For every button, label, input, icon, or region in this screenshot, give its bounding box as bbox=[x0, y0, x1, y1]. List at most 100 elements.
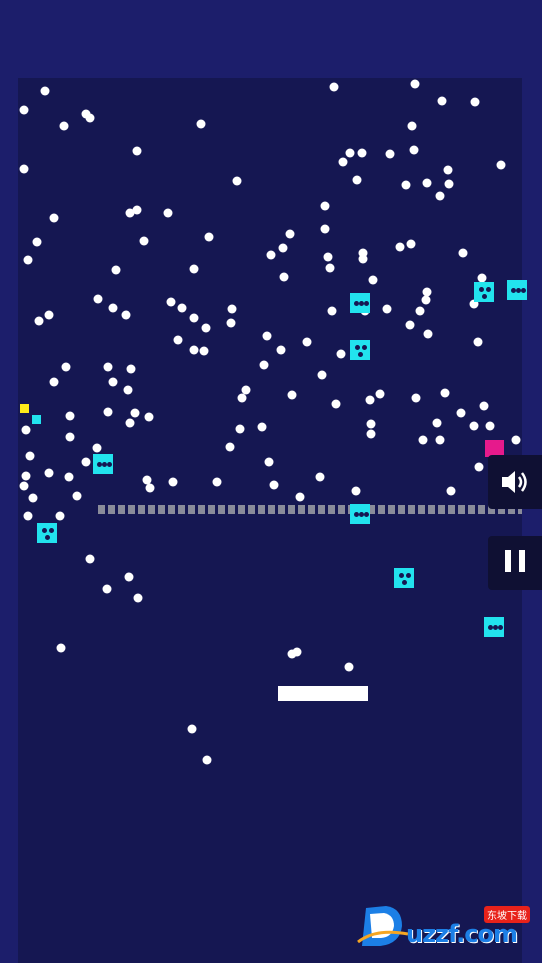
ball bbox=[19, 164, 29, 174]
ball bbox=[108, 303, 118, 313]
ball bbox=[21, 471, 31, 481]
block-dot bbox=[364, 512, 369, 517]
ball bbox=[232, 176, 242, 186]
ball bbox=[132, 205, 142, 215]
ball bbox=[279, 272, 289, 282]
ball bbox=[163, 208, 173, 218]
ball bbox=[124, 572, 134, 582]
ball bbox=[485, 421, 495, 431]
ball bbox=[257, 422, 267, 432]
ball bbox=[469, 421, 479, 431]
ball bbox=[168, 477, 178, 487]
ball bbox=[423, 329, 433, 339]
ball bbox=[55, 511, 65, 521]
ball bbox=[458, 248, 468, 258]
ball bbox=[189, 264, 199, 274]
ball bbox=[262, 331, 272, 341]
ball bbox=[317, 370, 327, 380]
block-dot bbox=[406, 573, 411, 578]
ball bbox=[365, 395, 375, 405]
player-paddle[interactable] bbox=[278, 686, 368, 701]
ball bbox=[93, 294, 103, 304]
block-dot bbox=[45, 535, 50, 540]
block-dot bbox=[498, 625, 503, 630]
ball bbox=[269, 480, 279, 490]
ball bbox=[456, 408, 466, 418]
ball bbox=[85, 554, 95, 564]
cyan-block bbox=[350, 293, 370, 313]
block-dot bbox=[364, 301, 369, 306]
ball bbox=[32, 237, 42, 247]
ball bbox=[196, 119, 206, 129]
block-dot bbox=[482, 294, 487, 299]
ball bbox=[375, 389, 385, 399]
block-dot bbox=[479, 287, 484, 292]
ball bbox=[444, 179, 454, 189]
ball bbox=[315, 472, 325, 482]
block-dot bbox=[49, 528, 54, 533]
ball bbox=[415, 306, 425, 316]
ball bbox=[302, 337, 312, 347]
ball bbox=[410, 79, 420, 89]
ball bbox=[422, 178, 432, 188]
ball bbox=[173, 335, 183, 345]
ball bbox=[125, 418, 135, 428]
ball bbox=[418, 435, 428, 445]
ball bbox=[411, 393, 421, 403]
ball bbox=[440, 388, 450, 398]
ball bbox=[49, 213, 59, 223]
ball bbox=[409, 145, 419, 155]
ball bbox=[358, 254, 368, 264]
ball bbox=[237, 393, 247, 403]
ball bbox=[199, 346, 209, 356]
ball bbox=[345, 148, 355, 158]
ball bbox=[479, 401, 489, 411]
ball bbox=[338, 157, 348, 167]
speaker-icon bbox=[502, 471, 527, 493]
ball bbox=[103, 362, 113, 372]
ball bbox=[121, 310, 131, 320]
ball bbox=[470, 97, 480, 107]
block-dot bbox=[399, 573, 404, 578]
ball bbox=[511, 435, 521, 445]
ball bbox=[473, 337, 483, 347]
ball bbox=[21, 425, 31, 435]
ball bbox=[357, 148, 367, 158]
ball bbox=[406, 239, 416, 249]
ball bbox=[44, 310, 54, 320]
ball bbox=[145, 483, 155, 493]
ball bbox=[56, 643, 66, 653]
ball bbox=[443, 165, 453, 175]
ball bbox=[123, 385, 133, 395]
sound-toggle-button[interactable] bbox=[488, 455, 542, 509]
cyan-block bbox=[484, 617, 504, 637]
ball bbox=[227, 304, 237, 314]
ball bbox=[61, 362, 71, 372]
ball bbox=[111, 265, 121, 275]
ball bbox=[401, 180, 411, 190]
ball bbox=[382, 304, 392, 314]
block-dot bbox=[402, 580, 407, 585]
logo-swoosh-icon bbox=[357, 906, 409, 946]
ball bbox=[405, 320, 415, 330]
ball bbox=[351, 486, 361, 496]
cyan-pickup bbox=[32, 415, 41, 424]
ball bbox=[212, 477, 222, 487]
cyan-block bbox=[37, 523, 57, 543]
watermark-logo: 东坡下载 uzzf.com bbox=[356, 898, 542, 952]
ball bbox=[295, 492, 305, 502]
cyan-block bbox=[474, 282, 494, 302]
cyan-block bbox=[507, 280, 527, 300]
pause-button[interactable] bbox=[488, 536, 542, 590]
block-dot bbox=[355, 345, 360, 350]
cyan-block bbox=[394, 568, 414, 588]
ball bbox=[435, 435, 445, 445]
ball bbox=[264, 457, 274, 467]
ball bbox=[189, 345, 199, 355]
ball bbox=[19, 481, 29, 491]
ball bbox=[139, 236, 149, 246]
ball bbox=[85, 113, 95, 123]
ball bbox=[366, 419, 376, 429]
ball bbox=[287, 390, 297, 400]
yellow-pickup bbox=[20, 404, 29, 413]
